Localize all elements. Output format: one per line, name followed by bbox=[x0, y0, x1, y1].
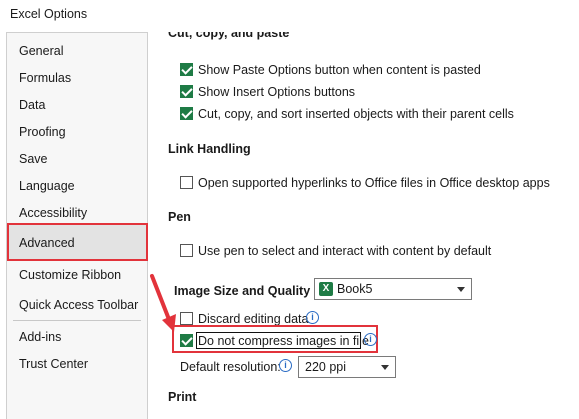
discard-editing-data-checkbox[interactable] bbox=[180, 312, 193, 325]
section-title-image-size-quality: Image Size and Quality bbox=[174, 284, 311, 298]
sidebar-item-customize-ribbon[interactable]: Customize Ribbon bbox=[19, 268, 121, 282]
sidebar-item-formulas[interactable]: Formulas bbox=[19, 71, 71, 85]
show-insert-options-checkbox[interactable] bbox=[180, 85, 193, 98]
use-pen-checkbox[interactable] bbox=[180, 244, 193, 257]
excel-workbook-icon: X bbox=[319, 282, 333, 296]
section-title-pen: Pen bbox=[168, 210, 191, 224]
sidebar-item-general[interactable]: General bbox=[19, 44, 63, 58]
sidebar-item-add-ins[interactable]: Add-ins bbox=[19, 330, 61, 344]
open-hyperlinks-label: Open supported hyperlinks to Office file… bbox=[198, 176, 550, 190]
show-paste-options-label: Show Paste Options button when content i… bbox=[198, 63, 481, 77]
window-title: Excel Options bbox=[10, 7, 88, 21]
sidebar-item-accessibility[interactable]: Accessibility bbox=[19, 206, 87, 220]
info-icon[interactable]: i bbox=[364, 333, 377, 346]
resolution-dropdown-value: 220 ppi bbox=[305, 360, 347, 374]
sidebar-item-proofing[interactable]: Proofing bbox=[19, 125, 66, 139]
cut-copy-sort-objects-label: Cut, copy, and sort inserted objects wit… bbox=[198, 107, 514, 121]
sidebar-item-quick-access-toolbar[interactable]: Quick Access Toolbar bbox=[19, 298, 138, 312]
options-sidebar: General Formulas Data Proofing Save Lang… bbox=[6, 32, 148, 419]
section-title-print: Print bbox=[168, 390, 197, 404]
sidebar-item-data[interactable]: Data bbox=[19, 98, 45, 112]
red-arrow-annotation bbox=[150, 274, 176, 332]
default-resolution-label: Default resolution: bbox=[180, 360, 281, 374]
title-bar: Excel Options bbox=[0, 0, 579, 32]
do-not-compress-checkbox[interactable] bbox=[180, 334, 193, 347]
open-hyperlinks-checkbox[interactable] bbox=[180, 176, 193, 189]
discard-editing-data-label: Discard editing data bbox=[198, 312, 309, 326]
sidebar-item-language[interactable]: Language bbox=[19, 179, 75, 193]
workbook-dropdown-value: Book5 bbox=[337, 282, 373, 296]
info-icon[interactable]: i bbox=[306, 311, 319, 324]
chevron-down-icon bbox=[457, 287, 465, 292]
chevron-down-icon bbox=[381, 365, 389, 370]
section-title-cut-copy-paste: Cut, copy, and paste bbox=[168, 32, 290, 40]
resolution-dropdown[interactable]: 220 ppi bbox=[298, 356, 396, 378]
use-pen-label: Use pen to select and interact with cont… bbox=[198, 244, 492, 258]
show-paste-options-checkbox[interactable] bbox=[180, 63, 193, 76]
options-content: Cut, copy, and paste Show Paste Options … bbox=[148, 32, 579, 419]
workbook-dropdown[interactable]: X Book5 bbox=[314, 278, 472, 300]
info-icon[interactable]: i bbox=[279, 359, 292, 372]
show-insert-options-label: Show Insert Options buttons bbox=[198, 85, 356, 99]
sidebar-item-trust-center[interactable]: Trust Center bbox=[19, 357, 88, 371]
section-title-link-handling: Link Handling bbox=[168, 142, 251, 156]
sidebar-item-save[interactable]: Save bbox=[19, 152, 48, 166]
cut-copy-sort-objects-checkbox[interactable] bbox=[180, 107, 193, 120]
do-not-compress-label: Do not compress images in file bbox=[198, 334, 369, 348]
sidebar-item-advanced[interactable]: Advanced bbox=[19, 236, 75, 250]
sidebar-separator bbox=[13, 320, 141, 321]
